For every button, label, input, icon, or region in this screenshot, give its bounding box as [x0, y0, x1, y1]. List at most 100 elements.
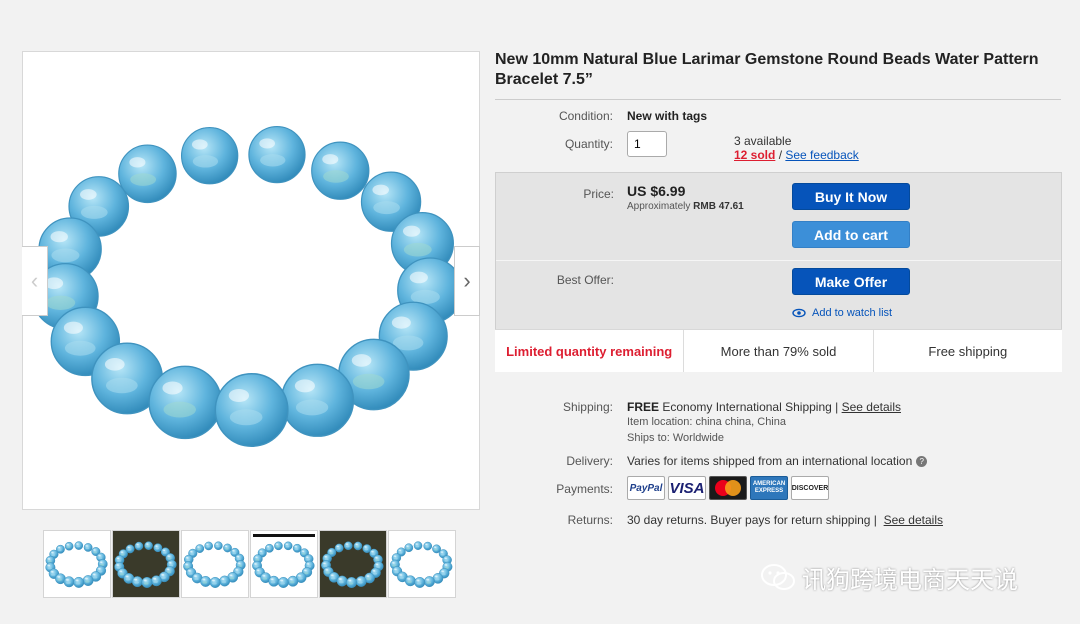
available-count: 3 available	[734, 134, 792, 148]
approx-price: Approximately RMB 47.61	[627, 201, 744, 212]
returns-separator: |	[870, 513, 881, 527]
shipping-free: FREE	[627, 400, 660, 414]
shipping-line: FREE Economy International Shipping | Se…	[627, 400, 901, 414]
price-value: US $6.99	[627, 183, 686, 199]
bead	[343, 541, 353, 551]
gallery-thumbnail[interactable]	[112, 530, 180, 598]
mastercard-circles-icon	[715, 480, 741, 496]
bead	[153, 543, 163, 553]
thumbnail-image	[183, 541, 246, 588]
gallery-thumbnail[interactable]	[388, 530, 456, 598]
bead	[141, 576, 153, 588]
thumbnail-image	[320, 531, 386, 597]
paypal-logo: PayPal	[627, 476, 665, 500]
bead	[64, 541, 74, 551]
best-offer-label: Best Offer:	[556, 273, 614, 287]
bead	[292, 543, 302, 553]
bead	[280, 363, 355, 437]
see-feedback-link[interactable]: See feedback	[785, 148, 858, 162]
ships-to-value: Worldwide	[672, 432, 725, 444]
bead	[82, 575, 94, 586]
returns-info: 30 day returns. Buyer pays for return sh…	[627, 513, 943, 527]
gallery-thumbnail[interactable]	[43, 530, 111, 598]
limited-quantity-notice: Limited quantity remaining	[495, 330, 685, 372]
main-product-image[interactable]	[22, 51, 480, 510]
gallery-thumbnail[interactable]	[181, 530, 249, 598]
bead	[214, 372, 289, 447]
bead	[248, 126, 306, 184]
buy-it-now-button[interactable]: Buy It Now	[792, 183, 910, 210]
make-offer-button[interactable]: Make Offer	[792, 268, 910, 295]
bead	[423, 541, 433, 551]
quantity-input[interactable]	[627, 131, 667, 157]
returns-label: Returns:	[567, 513, 613, 527]
bead	[277, 577, 289, 588]
bead	[74, 541, 84, 550]
sold-count-link[interactable]: 12 sold	[734, 148, 775, 162]
ships-to: Ships to: Worldwide	[627, 432, 724, 444]
item-highlights: Limited quantity remaining More than 79%…	[495, 329, 1062, 372]
bead	[404, 575, 416, 587]
gallery-thumbnail[interactable]	[250, 530, 318, 598]
bead	[414, 576, 426, 588]
delivery-label: Delivery:	[566, 454, 613, 468]
bead	[200, 575, 212, 587]
watermark-text: 讯狗跨境电商天天说	[802, 566, 1018, 594]
free-shipping-notice: Free shipping	[928, 343, 1008, 359]
bead	[423, 576, 435, 588]
price-label: Price:	[583, 187, 614, 201]
bead	[134, 541, 144, 551]
bead	[334, 543, 344, 553]
buy-box: Price: US $6.99 Approximately RMB 47.61 …	[495, 172, 1062, 372]
add-to-cart-button[interactable]: Add to cart	[792, 221, 910, 248]
bead	[355, 575, 367, 587]
bracelet-image	[32, 126, 464, 447]
help-icon[interactable]: ?	[916, 456, 928, 468]
quantity-label: Quantity:	[564, 137, 613, 151]
bead	[265, 543, 274, 553]
title-divider	[495, 99, 1061, 100]
wechat-icon	[761, 563, 795, 590]
mastercard-logo	[709, 476, 747, 500]
discover-logo: DISCOVER	[791, 476, 829, 500]
payments-label: Payments:	[556, 482, 613, 496]
buybox-divider	[496, 260, 1061, 261]
gallery-thumbnail[interactable]	[319, 530, 387, 598]
bead	[150, 575, 162, 587]
gallery-prev-button[interactable]: ‹	[22, 246, 48, 316]
returns-see-details-link[interactable]: See details	[884, 513, 943, 527]
bead	[180, 127, 239, 185]
gallery-next-button[interactable]: ›	[454, 246, 480, 316]
sold-separator: /	[775, 148, 786, 162]
eye-icon	[792, 308, 806, 318]
watermark: 讯狗跨境电商天天说	[760, 560, 1018, 595]
shipping-see-details-link[interactable]: See details	[842, 400, 901, 414]
shipping-label: Shipping:	[562, 400, 613, 414]
amex-logo: AMERICAN EXPRESS	[750, 476, 788, 500]
chevron-right-icon: ›	[463, 268, 471, 293]
approx-prefix: Approximately	[627, 201, 694, 212]
approx-value: RMB 47.61	[693, 201, 744, 212]
delivery-text: Varies for items shipped from an interna…	[627, 454, 913, 468]
bead	[83, 543, 93, 552]
bead	[283, 541, 293, 551]
thumbnail-image	[390, 541, 453, 588]
condition-label: Condition:	[558, 109, 613, 123]
bead	[73, 576, 85, 588]
sold-line: 12 sold / See feedback	[734, 148, 859, 162]
condition-value: New with tags	[627, 109, 708, 123]
bead	[131, 576, 143, 588]
item-title: New 10mm Natural Blue Larimar Gemstone R…	[495, 51, 1039, 88]
bead	[144, 541, 153, 550]
bead	[336, 575, 348, 587]
watch-label: Add to watch list	[812, 307, 893, 319]
bead	[346, 576, 358, 588]
item-location: Item location: china china, China	[627, 416, 786, 428]
thumbnail-image	[45, 541, 108, 588]
payment-methods: PayPal VISA AMERICAN EXPRESS DISCOVER	[627, 476, 832, 500]
bead	[63, 576, 75, 588]
returns-text: 30 day returns. Buyer pays for return sh…	[627, 513, 871, 527]
delivery-info: Varies for items shipped from an interna…	[627, 454, 928, 468]
add-to-watch-list-link[interactable]: Add to watch list	[792, 307, 892, 319]
bead	[118, 144, 177, 204]
